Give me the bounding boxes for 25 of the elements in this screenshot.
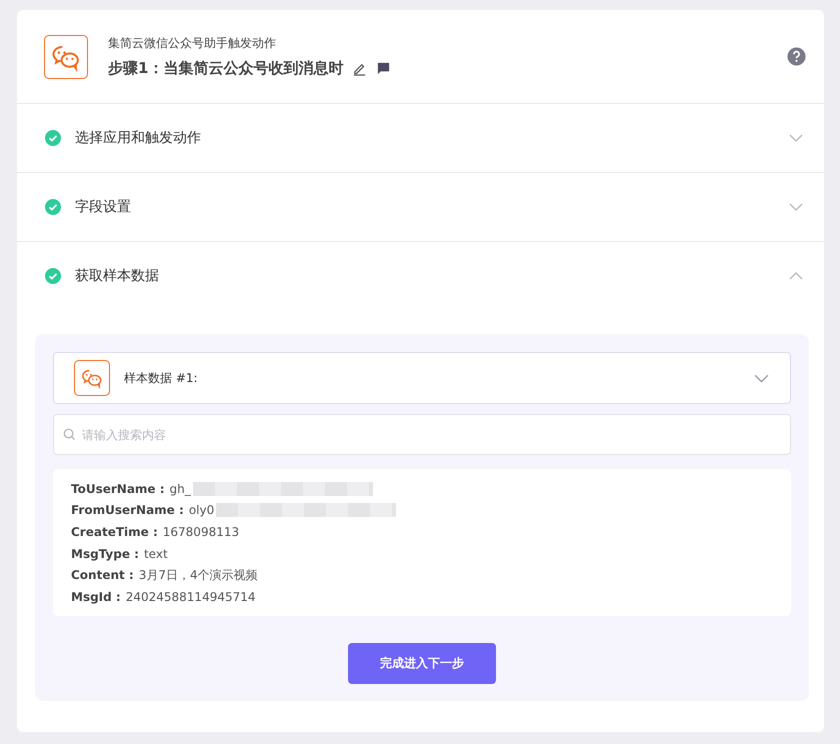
app-name: 集简云微信公众号助手触发动作 xyxy=(108,35,277,52)
search-field[interactable]: 请输入搜索内容 xyxy=(53,414,791,455)
field-key: MsgId : xyxy=(71,590,121,604)
field-value: oly0 xyxy=(188,503,214,518)
wechat-logo-icon xyxy=(74,360,110,396)
section-header[interactable]: 字段设置 xyxy=(17,173,824,241)
field-value: gh_ xyxy=(170,482,191,496)
edit-icon[interactable] xyxy=(352,61,368,76)
field-key: FromUserName : xyxy=(71,503,184,518)
field-value: 3月7日，4个演示视频 xyxy=(138,566,258,584)
field-key: Content : xyxy=(71,568,134,582)
next-step-button[interactable]: 完成进入下一步 xyxy=(348,642,496,684)
field-key: MsgType : xyxy=(71,546,139,561)
field-key: ToUserName : xyxy=(71,482,165,496)
wechat-logo-icon xyxy=(44,34,88,78)
sample-dropdown[interactable]: 样本数据 #1: xyxy=(53,352,791,404)
step-title: 步骤1：当集简云公众号收到消息时 xyxy=(108,59,344,78)
section-header[interactable]: 获取样本数据 xyxy=(17,242,824,310)
section-header[interactable]: 选择应用和触发动作 xyxy=(17,104,824,172)
help-icon[interactable] xyxy=(787,47,806,66)
comment-icon[interactable] xyxy=(376,61,392,76)
field-value: text xyxy=(144,546,168,561)
field-value: 1678098113 xyxy=(162,524,240,539)
field-value: 24024588114945714 xyxy=(126,590,256,604)
field-key: CreateTime : xyxy=(71,524,158,539)
